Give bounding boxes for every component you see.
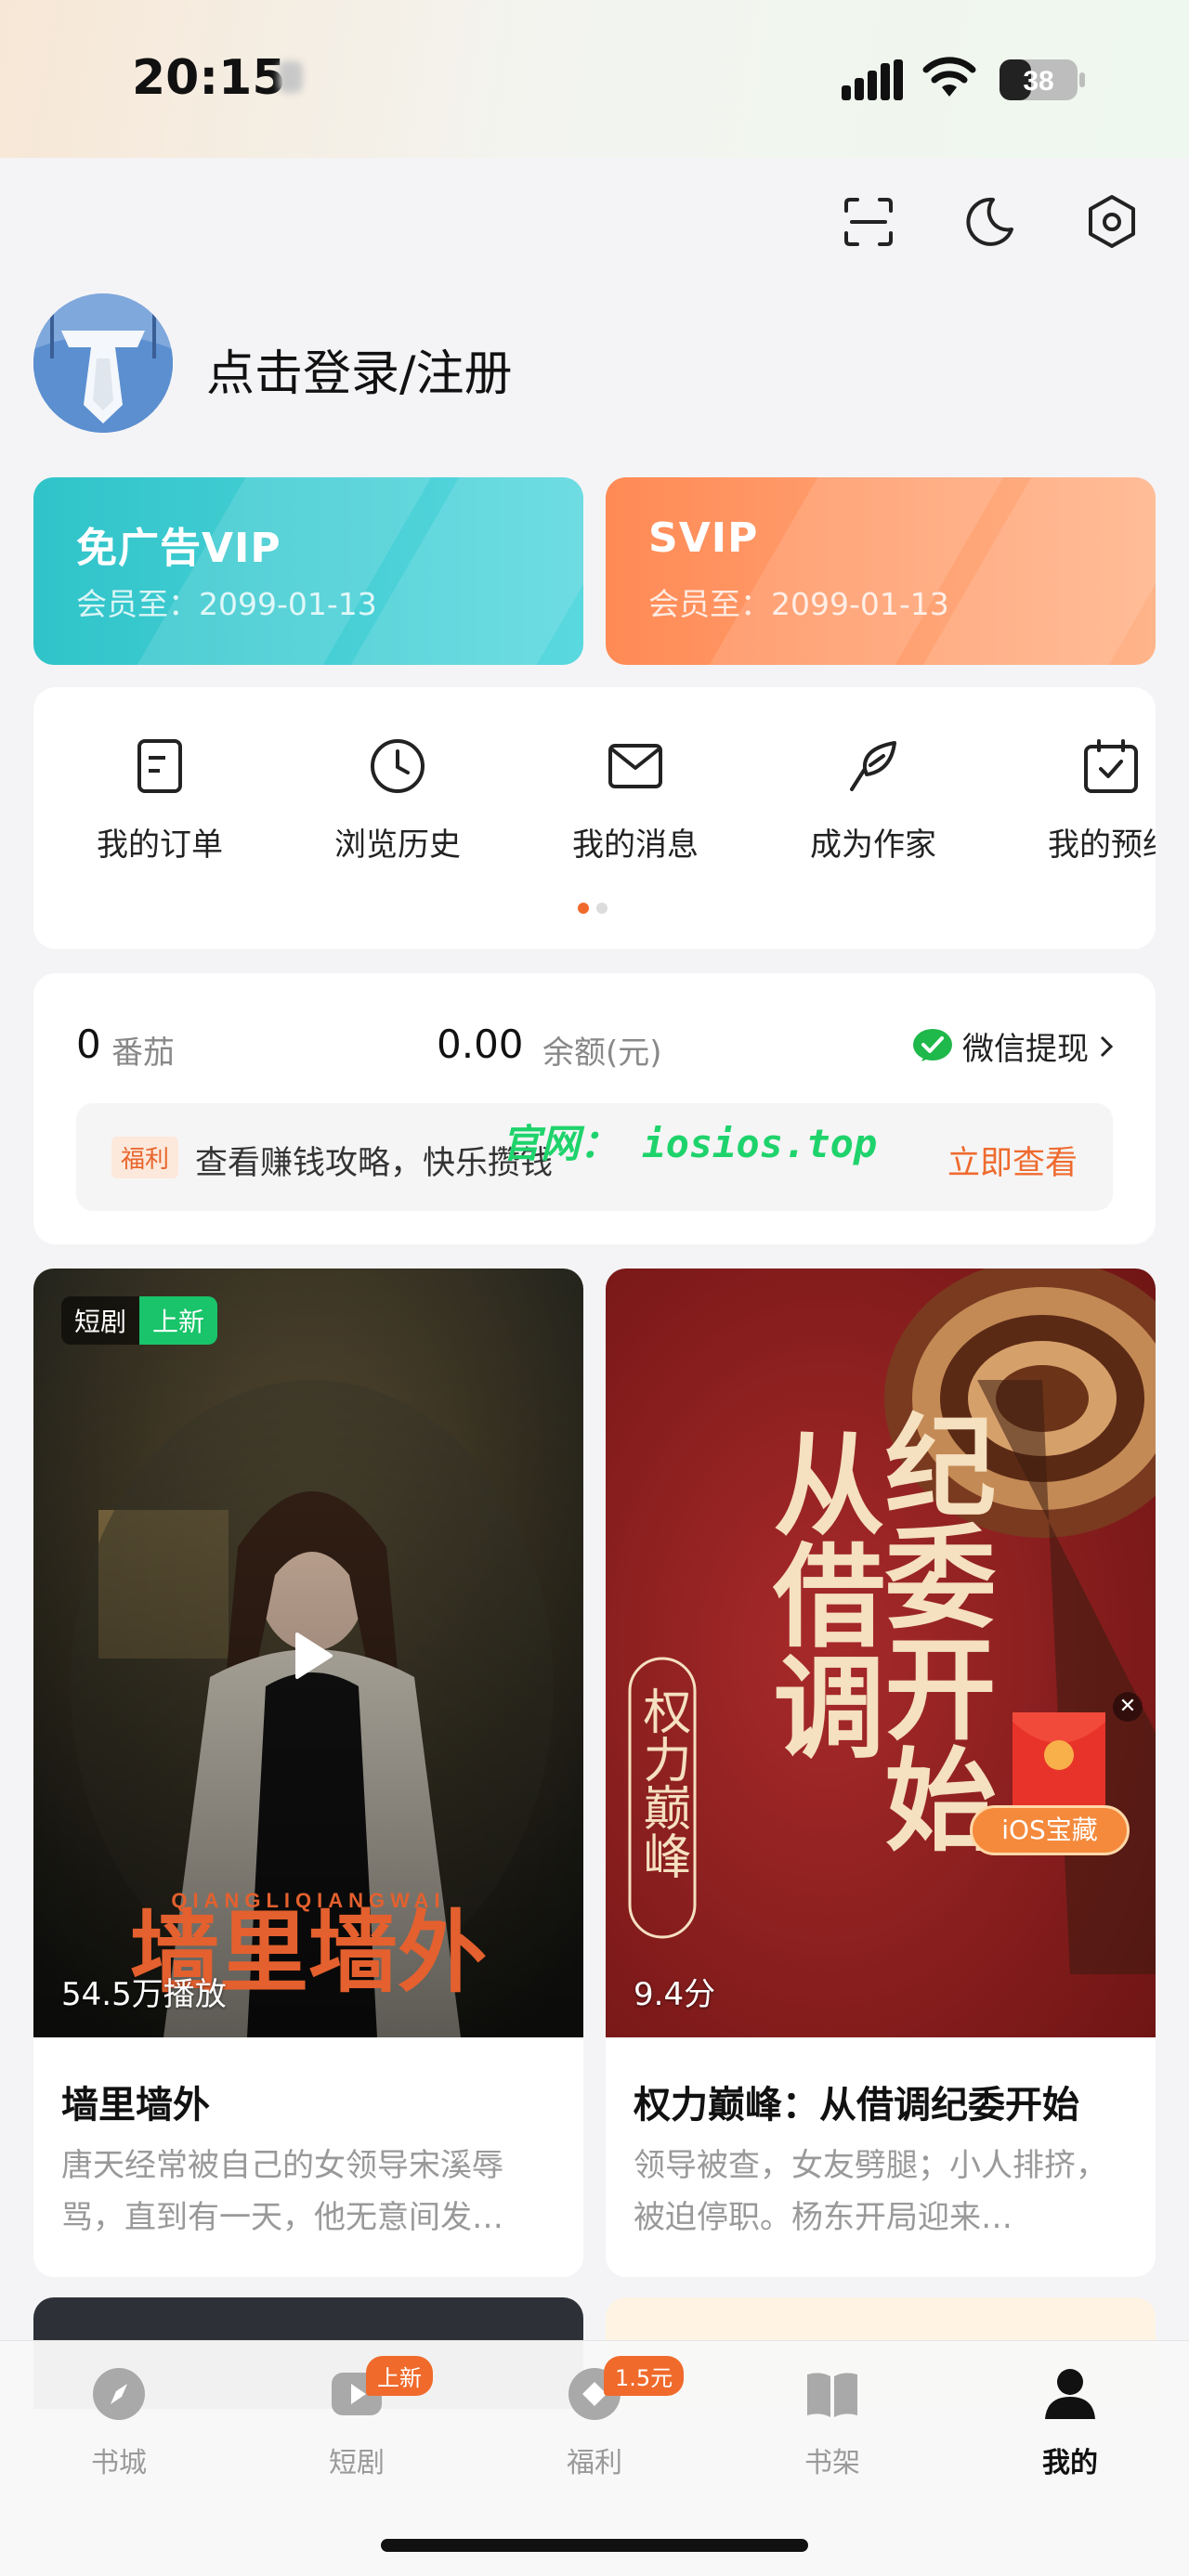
person-icon — [1045, 2369, 1095, 2419]
balance-amount[interactable]: 0.00 — [437, 1021, 524, 1067]
quick-action-messages[interactable]: 我的消息 — [542, 734, 728, 865]
calendar-check-icon — [1084, 739, 1138, 793]
scan-button[interactable] — [836, 189, 901, 254]
book-cover: 从借调 纪委开始 权力巅峰 ✕ iOS宝藏 9.4分 — [606, 1268, 1156, 2037]
vip-card-svip[interactable]: SVIP 会员至：2099-01-13 — [606, 477, 1156, 665]
quick-action-label: 我的消息 — [572, 826, 699, 864]
profile-section[interactable]: 点击登录/注册 — [33, 293, 869, 435]
play-count: 54.5万播放 — [61, 1976, 227, 2013]
page-indicator — [578, 903, 615, 916]
page-dot-active — [578, 903, 589, 914]
vip-expiry: 会员至：2099-01-13 — [76, 586, 377, 622]
settings-icon — [1089, 195, 1135, 248]
quick-action-label: 成为作家 — [810, 826, 936, 864]
wechat-check-icon — [913, 1028, 952, 1061]
battery-level: 38 — [1023, 66, 1053, 97]
page-dot — [596, 903, 608, 914]
tab-badge: 上新 — [366, 2356, 433, 2396]
book-cover-art: 从借调 纪委开始 权力巅峰 — [606, 1268, 1156, 2037]
wechat-withdraw-button[interactable]: 微信提现 — [912, 1023, 1115, 1069]
book-description: 领导被查，女友劈腿；小人排挤，被迫停职。杨东开局迎来… — [634, 2147, 1107, 2236]
wallet-panel: 0 番茄 0.00 余额(元) 微信提现 福利 查看赚钱攻略，快乐攒钱 立即查看 — [33, 973, 1156, 1244]
status-bar: 20:15 38 — [0, 0, 1189, 158]
wifi-icon — [922, 57, 976, 97]
drama-cover-subtitle: QIANGLIQIANGWAI — [171, 1889, 445, 1912]
tab-badge: 1.5元 — [604, 2356, 685, 2396]
drama-card[interactable]: 墙里墙外 QIANGLIQIANGWAI 短剧 上新 54.5万播放 墙里墙外 … — [33, 1268, 583, 2277]
play-icon[interactable] — [277, 1623, 342, 1688]
status-indicator — [279, 61, 303, 93]
book-icon — [807, 2373, 857, 2417]
quill-icon — [850, 741, 896, 791]
compass-icon — [93, 2368, 145, 2420]
tab-label: 福利 — [567, 2447, 622, 2479]
drama-cover: 墙里墙外 QIANGLIQIANGWAI 短剧 上新 54.5万播放 — [33, 1268, 583, 2037]
quick-action-reservations[interactable]: 我的预约 — [1018, 734, 1156, 865]
book-rating: 9.4分 — [634, 1976, 716, 2013]
scan-icon — [844, 198, 893, 246]
night-mode-button[interactable] — [957, 189, 1022, 254]
tab-label: 短剧 — [329, 2447, 385, 2479]
home-indicator — [381, 2539, 808, 2552]
ad-float[interactable]: ✕ iOS宝藏 — [968, 1692, 1144, 1859]
tab-drama[interactable]: 上新 短剧 — [264, 2356, 450, 2480]
new-tag: 上新 — [139, 1296, 218, 1345]
ad-label: iOS宝藏 — [970, 1805, 1130, 1855]
tab-mine[interactable]: 我的 — [977, 2361, 1163, 2480]
wechat-withdraw-label: 微信提现 — [962, 1031, 1089, 1068]
tomato-count[interactable]: 0 — [76, 1021, 101, 1067]
tab-bookstore[interactable]: 书城 — [26, 2361, 212, 2480]
quick-action-orders[interactable]: 我的订单 — [67, 734, 253, 865]
svip-expiry: 会员至：2099-01-13 — [648, 586, 949, 622]
quick-action-label: 我的订单 — [97, 826, 223, 864]
book-cover-small: 权力巅峰 — [634, 1686, 691, 1880]
chevron-right-icon — [1100, 1035, 1114, 1057]
vip-title: 免广告VIP — [76, 525, 281, 572]
drama-tags: 短剧 上新 — [61, 1296, 218, 1345]
settings-button[interactable] — [1079, 189, 1144, 254]
quick-action-history[interactable]: 浏览历史 — [305, 734, 490, 865]
book-title: 权力巅峰：从借调纪委开始 — [634, 2084, 1079, 2127]
book-card[interactable]: 从借调 纪委开始 权力巅峰 ✕ iOS宝藏 9.4分 权力巅峰：从借调纪委开始 … — [606, 1268, 1156, 2277]
vip-card-noad[interactable]: 免广告VIP 会员至：2099-01-13 — [33, 477, 583, 665]
svip-title: SVIP — [648, 514, 759, 562]
tab-label: 书城 — [91, 2447, 147, 2479]
drama-type-tag: 短剧 — [61, 1296, 140, 1345]
avatar[interactable] — [33, 293, 173, 433]
status-time: 20:15 — [132, 50, 286, 106]
quick-action-label: 我的预约 — [1048, 826, 1156, 864]
login-link[interactable]: 点击登录/注册 — [206, 334, 513, 404]
tip-text: 查看赚钱攻略，快乐攒钱 — [195, 1145, 554, 1182]
order-icon — [137, 739, 182, 793]
welfare-tag: 福利 — [111, 1137, 179, 1178]
moon-icon — [966, 197, 1013, 246]
top-toolbar — [0, 189, 1189, 254]
view-now-link[interactable]: 立即查看 — [947, 1137, 1078, 1184]
tab-label: 书架 — [804, 2447, 860, 2479]
battery-icon: 38 — [1000, 59, 1085, 100]
quick-action-author[interactable]: 成为作家 — [780, 734, 966, 865]
tab-label: 我的 — [1042, 2447, 1098, 2479]
avatar-image — [33, 293, 173, 433]
ad-close-button[interactable]: ✕ — [1113, 1692, 1143, 1722]
tomato-label: 番茄 — [111, 1034, 175, 1072]
watermark-text: 官网： iosios.top — [502, 1121, 878, 1166]
drama-title: 墙里墙外 — [61, 2084, 210, 2127]
signal-icon — [842, 59, 903, 100]
clock-icon — [371, 739, 425, 793]
drama-description: 唐天经常被自己的女领导宋溪辱骂，直到有一天，他无意间发… — [61, 2147, 503, 2236]
balance-label: 余额(元) — [542, 1034, 662, 1072]
quick-actions-panel: 我的订单 浏览历史 我的消息 成为作家 我的预约 — [33, 687, 1156, 949]
mail-icon — [608, 744, 662, 788]
quick-action-label: 浏览历史 — [334, 826, 461, 864]
tab-bookshelf[interactable]: 书架 — [739, 2361, 925, 2480]
tab-welfare[interactable]: 1.5元 福利 — [502, 2356, 687, 2480]
